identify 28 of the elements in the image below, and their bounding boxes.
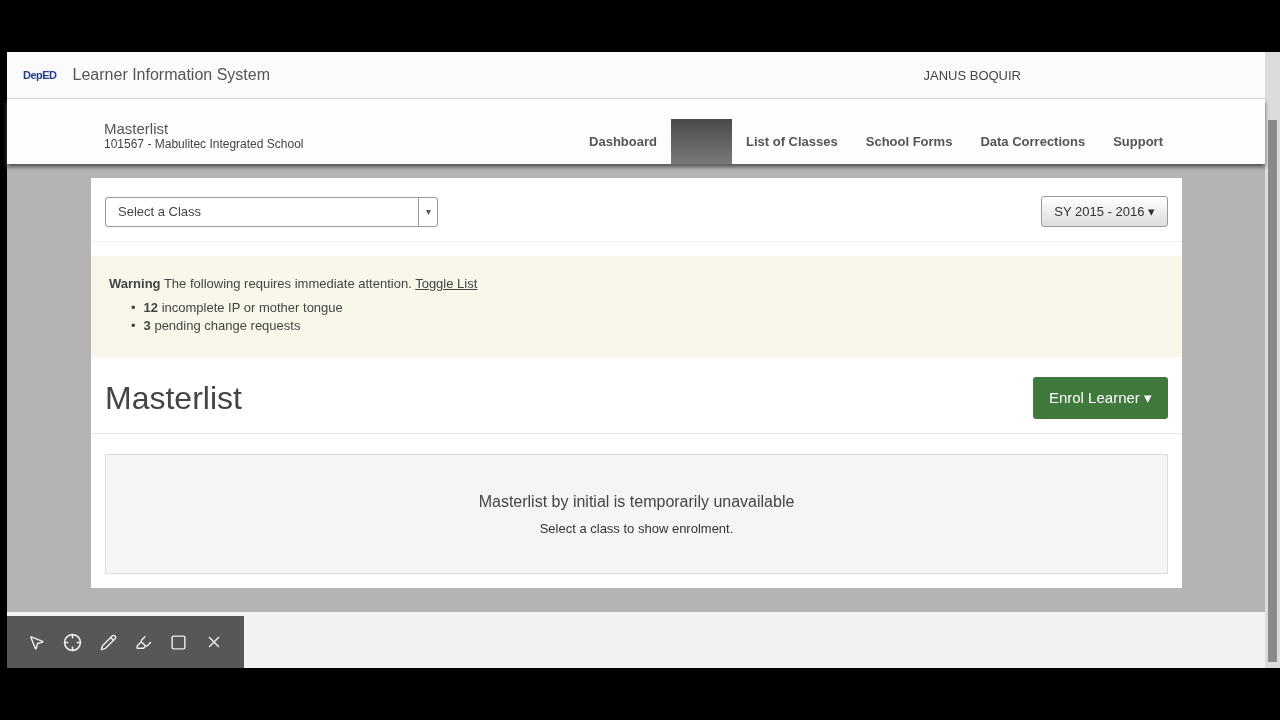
bullet: • <box>131 317 136 335</box>
nav-tab[interactable]: Support <box>1099 119 1177 164</box>
page-title: Masterlist <box>104 120 170 137</box>
user-name[interactable]: JANUS BOQUIR <box>923 67 1021 83</box>
school-year-button[interactable]: SY 2015 - 2016 ▾ <box>1041 196 1168 227</box>
class-select[interactable]: Select a Class ▾ <box>105 196 438 227</box>
nav-tab[interactable]: School Forms <box>851 119 967 164</box>
notice-text: Select a class to show enrolment. <box>539 520 734 536</box>
pointer-icon[interactable] <box>28 633 45 651</box>
app-title: Learner Information System <box>72 66 270 84</box>
pencil-icon[interactable] <box>100 633 117 651</box>
toggle-list-link[interactable]: Toggle List <box>415 276 478 291</box>
nav-tab[interactable]: List of Classes <box>731 119 852 164</box>
section-heading: Masterlist <box>105 379 242 417</box>
warning-item: 3 pending change requests <box>143 317 301 335</box>
warning-message: Warning The following requires immediate attention. Toggle List <box>109 276 479 291</box>
bullet: • <box>131 299 136 317</box>
enrol-learner-button[interactable]: Enrol Learner ▾ <box>1032 377 1168 419</box>
warning-item: 12 incomplete IP or mother tongue <box>143 299 343 317</box>
crosshair-icon[interactable] <box>63 632 82 652</box>
square-icon[interactable] <box>170 633 187 651</box>
nav-tab[interactable]: Dashboard <box>575 119 671 164</box>
logo: DepED <box>23 69 57 81</box>
highlighter-icon[interactable] <box>135 633 152 651</box>
nav-tab[interactable]: Data Corrections <box>966 119 1100 164</box>
school-name: 101567 - Mabulitec Integrated School <box>104 137 304 151</box>
notice-title: Masterlist by initial is temporarily unavailable <box>478 492 795 511</box>
scrollbar-thumb[interactable] <box>1268 120 1277 662</box>
